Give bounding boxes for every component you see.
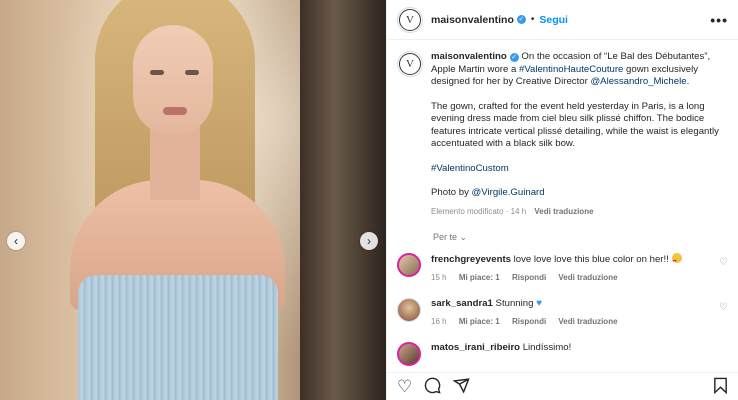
follow-button[interactable]: Segui [539, 14, 568, 26]
edited-timestamp: Elemento modificato · 14 h [431, 206, 527, 216]
comment-body: frenchgreyevents love love love this blu… [431, 253, 713, 284]
chevron-right-icon: › [367, 234, 371, 248]
comment-text: Lindíssimo! [520, 342, 572, 353]
paper-plane-icon[interactable] [452, 377, 470, 397]
bookmark-icon[interactable] [713, 377, 728, 397]
comment-time: 16 h [431, 317, 447, 326]
commenter-avatar[interactable] [397, 342, 421, 366]
hashtag-link[interactable]: #ValentinoCustom [431, 163, 509, 174]
post-photo[interactable]: ‹ › [0, 0, 386, 400]
comment-item: matos_irani_ribeiro Lindíssimo! [397, 342, 728, 366]
valentino-logo-icon: V [399, 53, 421, 75]
comment-like-heart-icon[interactable]: ♡ [719, 257, 728, 284]
mention-link[interactable]: @Alessandro_Michele [590, 76, 686, 87]
previous-photo-button[interactable]: ‹ [7, 232, 25, 250]
comment-icon[interactable] [424, 377, 441, 397]
comment-body: matos_irani_ribeiro Lindíssimo! [431, 342, 728, 366]
instagram-post-modal: ‹ › V maisonvalentino ✓ • Segui ••• V ma… [0, 0, 738, 400]
photo-window-frame [300, 0, 386, 400]
post-caption: V maisonvalentino ✓ On the occasion of “L… [397, 51, 728, 218]
see-translation-link[interactable]: Vedi traduzione [534, 207, 593, 216]
see-translation-link[interactable]: Vedi traduzione [558, 317, 617, 326]
heart-eyes-emoji-icon [671, 253, 682, 267]
comment-text: love love love this blue color on her!! [510, 254, 672, 265]
comment-item: sark_sandra1 Stunning ♥ 16 h Mi piace: 1… [397, 298, 728, 328]
see-translation-link[interactable]: Vedi traduzione [558, 273, 617, 282]
verified-badge-icon: ✓ [509, 53, 519, 62]
commenter-avatar[interactable] [397, 253, 421, 277]
comment-item: frenchgreyevents love love love this blu… [397, 253, 728, 284]
ellipsis-icon[interactable]: ••• [710, 12, 728, 28]
photo-face [133, 25, 213, 135]
verified-badge-icon: ✓ [516, 15, 526, 24]
photo-lips [163, 107, 187, 115]
hashtag-link[interactable]: #ValentinoHauteCouture [519, 64, 623, 75]
commenter-username[interactable]: frenchgreyevents [431, 254, 511, 265]
caption-meta: Elemento modificato · 14 h Vedi traduzio… [431, 206, 728, 219]
caption-avatar[interactable]: V [397, 51, 423, 77]
comments-filter-dropdown[interactable]: Per te ⌄ [433, 232, 728, 243]
valentino-logo-icon: V [399, 8, 421, 31]
caption-username[interactable]: maisonvalentino [431, 51, 507, 62]
account-avatar[interactable]: V [397, 6, 423, 33]
comment-meta: 16 h Mi piace: 1 Rispondi Vedi traduzion… [431, 316, 713, 328]
commenter-username[interactable]: sark_sandra1 [431, 298, 493, 309]
caption-photo-credit: Photo by [431, 187, 472, 198]
post-actions-bar: ♡ [387, 372, 738, 400]
comment-text: Stunning [492, 298, 537, 309]
heart-icon[interactable]: ♡ [397, 378, 412, 395]
reply-button[interactable]: Rispondi [512, 273, 546, 282]
caption-paragraph-2: The gown, crafted for the event held yes… [431, 100, 719, 150]
comment-time: 15 h [431, 273, 447, 282]
post-header: V maisonvalentino ✓ • Segui ••• [387, 0, 738, 40]
photo-eye-right [185, 70, 199, 75]
reply-button[interactable]: Rispondi [512, 317, 546, 326]
post-side-panel: V maisonvalentino ✓ • Segui ••• V maison… [386, 0, 738, 400]
chevron-left-icon: ‹ [14, 234, 18, 248]
photo-eye-left [150, 70, 164, 75]
commenter-avatar[interactable] [397, 298, 421, 322]
comment-meta: 15 h Mi piace: 1 Rispondi Vedi traduzion… [431, 272, 713, 284]
caption-body: maisonvalentino ✓ On the occasion of “Le … [431, 51, 728, 218]
next-photo-button[interactable]: › [360, 232, 378, 250]
photo-dress [78, 275, 278, 400]
comment-body: sark_sandra1 Stunning ♥ 16 h Mi piace: 1… [431, 298, 713, 328]
commenter-username[interactable]: matos_irani_ribeiro [431, 342, 520, 353]
comment-likes[interactable]: Mi piace: 1 [459, 273, 500, 282]
blue-heart-emoji-icon: ♥ [536, 298, 543, 309]
account-username[interactable]: maisonvalentino [431, 14, 514, 26]
comment-like-heart-icon[interactable]: ♡ [719, 302, 728, 328]
caption-text-1c: . [686, 76, 690, 87]
mention-link[interactable]: @Virgile.Guinard [472, 187, 545, 198]
comments-scroll-area[interactable]: V maisonvalentino ✓ On the occasion of “L… [387, 41, 738, 367]
header-separator: • [530, 14, 535, 25]
comment-likes[interactable]: Mi piace: 1 [459, 317, 500, 326]
